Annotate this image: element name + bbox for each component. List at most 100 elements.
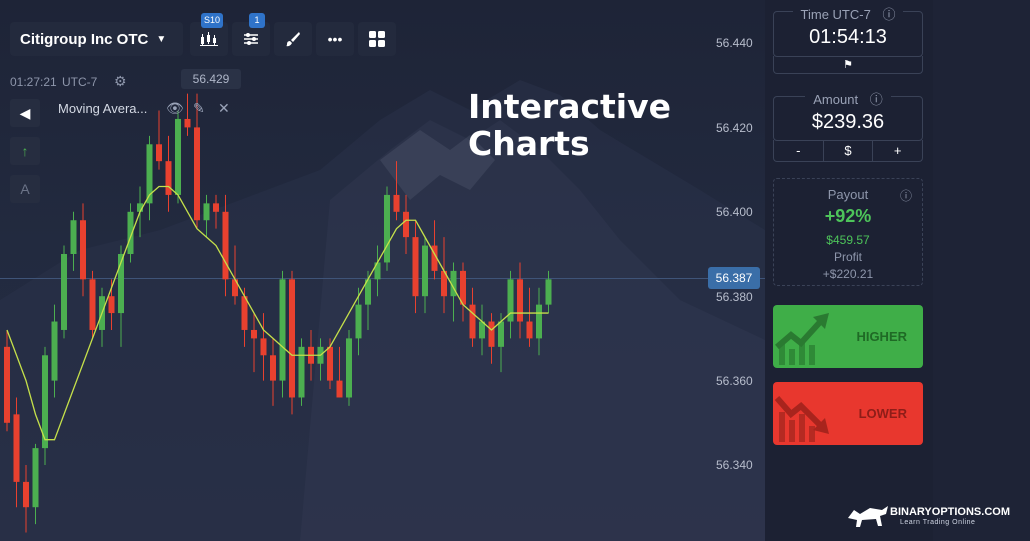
candle-body: [355, 304, 362, 339]
candle-body: [517, 279, 523, 322]
candle-body: [89, 279, 96, 330]
indicators-count-badge: 1: [249, 13, 265, 28]
chart-type-button[interactable]: S10: [190, 13, 228, 56]
candle-body: [108, 296, 115, 314]
brand-tagline: Learn Trading Online: [900, 519, 976, 526]
text-tool-label: A: [20, 181, 30, 197]
candle-body: [460, 270, 466, 305]
price-axis-tick: 56.400: [716, 205, 753, 219]
help-icon[interactable]: ⓘ: [878, 7, 900, 22]
more-options-button[interactable]: •••: [316, 22, 354, 56]
candle-body: [4, 346, 10, 423]
time-field[interactable]: Time UTC-7 ⓘ 01:54:13: [773, 7, 923, 57]
candle-body: [526, 321, 533, 339]
candle-body: [175, 118, 181, 195]
candle-body: [270, 355, 276, 381]
candle-body: [260, 338, 267, 356]
chart-time: 01:27:21: [10, 75, 57, 89]
candle-body: [156, 144, 162, 162]
chart-timezone: UTC-7: [62, 75, 98, 89]
collapse-panel-button[interactable]: ◀: [10, 99, 40, 127]
watermark-line-1: Interactive: [468, 87, 672, 126]
candles-icon: [200, 32, 218, 46]
trend-line-tool[interactable]: ↑: [10, 137, 40, 165]
sliders-icon: [244, 33, 258, 45]
close-icon[interactable]: ✕: [218, 100, 230, 117]
increase-amount-button[interactable]: +: [873, 140, 922, 161]
time-label-text: Time UTC-7: [796, 7, 875, 22]
arrow-up-icon: ↑: [21, 143, 29, 159]
timeframe-badge: S10: [200, 13, 223, 28]
indicator-label: Moving Avera...: [58, 101, 148, 116]
lower-label: LOWER: [858, 406, 907, 421]
promo-watermark: Interactive Charts: [468, 88, 671, 162]
amount-field[interactable]: Amount ⓘ $239.36: [773, 92, 923, 141]
candle-body: [536, 304, 542, 339]
candle-body: [403, 211, 409, 238]
brand-logo: BINARYOPTIONS.COM Learn Trading Online: [846, 500, 1030, 530]
decrease-amount-button[interactable]: -: [774, 140, 824, 161]
side-gutter: [933, 0, 1030, 541]
candle-body: [51, 321, 58, 381]
candle-body: [203, 203, 210, 221]
finish-flag-icon[interactable]: ⚑: [773, 56, 923, 74]
candle-body: [498, 321, 504, 347]
candle-body: [545, 279, 552, 305]
candle-body: [80, 220, 86, 280]
amount-value: $239.36: [811, 111, 885, 133]
trend-down-icon: [774, 396, 829, 442]
candle-body: [393, 194, 400, 212]
payout-percent: +92%: [824, 206, 872, 226]
profit-value: +$220.21: [822, 267, 874, 281]
amount-label-text: Amount: [809, 92, 863, 107]
moving-average-line: [6, 185, 549, 441]
asset-name: Citigroup Inc OTC: [20, 30, 149, 48]
pencil-icon[interactable]: ✎: [193, 100, 205, 117]
currency-button[interactable]: $: [824, 140, 874, 161]
candle-body: [488, 321, 495, 347]
brand-name: BINARYOPTIONS.COM: [890, 506, 1010, 518]
candle-body: [327, 346, 333, 381]
candle-body: [384, 194, 390, 263]
ellipsis-icon: •••: [327, 31, 343, 47]
grid-layout-icon: [369, 31, 385, 47]
amount-controls: - $ +: [773, 140, 923, 162]
candle-body: [23, 481, 29, 508]
layout-button[interactable]: [358, 22, 396, 56]
lower-button[interactable]: LOWER: [773, 382, 923, 445]
drawing-tools-button[interactable]: [274, 22, 312, 56]
candle-body: [32, 448, 39, 508]
candle-body: [336, 380, 343, 398]
text-tool[interactable]: A: [10, 175, 40, 203]
time-value: 01:54:13: [809, 26, 887, 48]
price-axis-tick: 56.440: [716, 36, 753, 50]
higher-label: HIGHER: [856, 329, 907, 344]
help-icon[interactable]: ⓘ: [900, 187, 912, 204]
candle-body: [70, 220, 77, 254]
candle-body: [422, 245, 428, 297]
candle-body: [213, 203, 219, 212]
time-field-label: Time UTC-7 ⓘ: [774, 4, 922, 23]
chevron-down-icon: ▼: [156, 33, 167, 45]
candle-body: [251, 329, 257, 339]
eye-icon[interactable]: 👁: [166, 100, 184, 117]
current-price-marker: 56.387: [708, 267, 760, 289]
trading-app: Citigroup Inc OTC ▼ S10 1 ••• 01:27:21 U…: [0, 0, 1030, 541]
price-axis-tick: 56.380: [716, 290, 753, 304]
watermark-line-2: Charts: [468, 124, 590, 163]
gear-icon[interactable]: ⚙: [114, 73, 127, 90]
brush-icon: [286, 32, 300, 47]
candle-body: [469, 304, 476, 339]
asset-selector[interactable]: Citigroup Inc OTC ▼: [10, 22, 183, 56]
hover-price-tag: 56.429: [181, 69, 241, 89]
help-icon[interactable]: ⓘ: [865, 92, 887, 107]
indicators-button[interactable]: 1: [232, 13, 270, 56]
candle-body: [412, 237, 419, 297]
candle-body: [289, 279, 295, 398]
payout-panel: Payout ⓘ +92% $459.57 Profit +$220.21: [773, 178, 923, 286]
price-axis-tick: 56.340: [716, 458, 753, 472]
payout-amount: $459.57: [826, 233, 870, 247]
candle-body: [346, 338, 352, 398]
amount-field-label: Amount ⓘ: [774, 89, 922, 108]
higher-button[interactable]: HIGHER: [773, 305, 923, 368]
